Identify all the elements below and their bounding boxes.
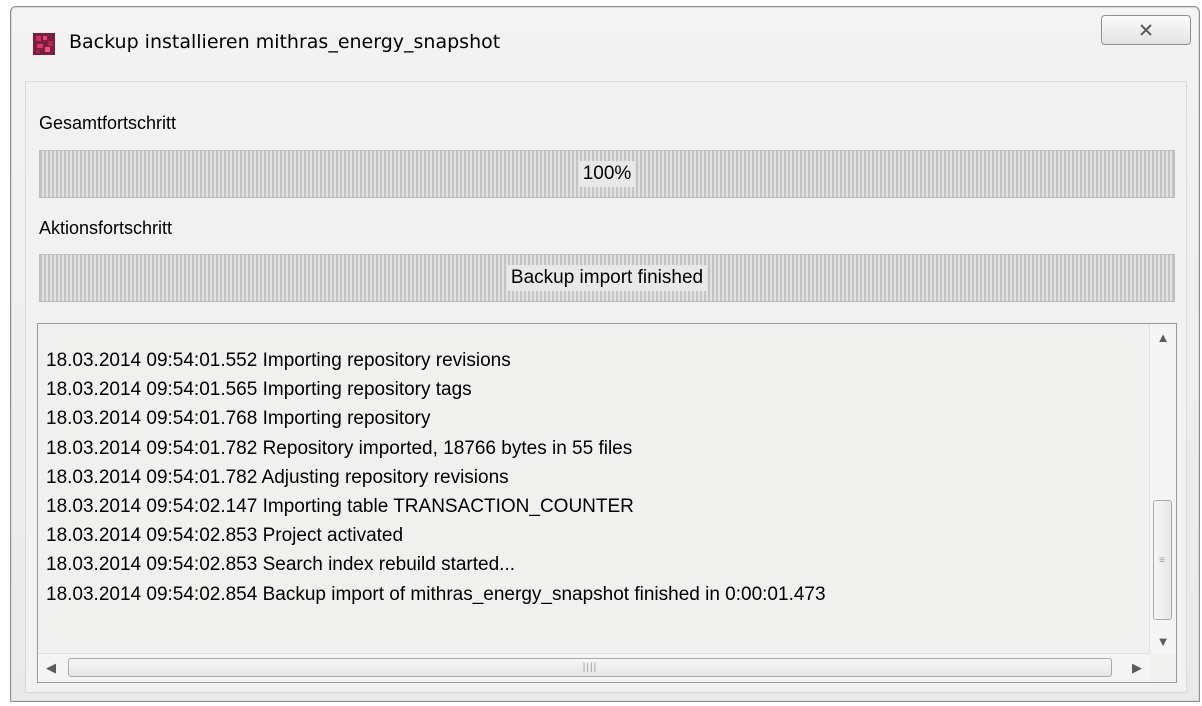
horizontal-scrollbar[interactable]: ◀ |||| ▶ xyxy=(38,653,1150,682)
scroll-corner xyxy=(1150,654,1176,682)
scroll-down-icon[interactable]: ▼ xyxy=(1150,628,1176,654)
backup-dialog: Backup installieren mithras_energy_snaps… xyxy=(10,6,1200,702)
scroll-up-icon[interactable]: ▲ xyxy=(1150,324,1176,350)
app-icon xyxy=(33,33,55,55)
scroll-left-icon[interactable]: ◀ xyxy=(38,654,64,682)
horizontal-scroll-thumb[interactable]: |||| xyxy=(68,658,1112,677)
log-line: 18.03.2014 09:54:02.853 Project activate… xyxy=(46,525,404,547)
close-button[interactable] xyxy=(1101,15,1191,45)
vertical-scroll-thumb[interactable]: ≡ xyxy=(1153,500,1172,620)
overall-progress-label: Gesamtfortschritt xyxy=(39,113,177,133)
log-line: 18.03.2014 09:54:02.853 Search index reb… xyxy=(46,554,516,576)
scroll-right-icon[interactable]: ▶ xyxy=(1124,654,1150,682)
log-line: 18.03.2014 09:54:01.552 Importing reposi… xyxy=(46,350,511,371)
close-icon xyxy=(1140,24,1152,36)
log-output[interactable]: 18.03.2014 09:54:01.552 Importing reposi… xyxy=(37,323,1177,683)
log-line: 18.03.2014 09:54:01.782 Repository impor… xyxy=(46,437,633,459)
horizontal-grip-icon: |||| xyxy=(582,662,598,673)
overall-progress-bar: 100% xyxy=(39,150,1175,198)
window-title: Backup installieren mithras_energy_snaps… xyxy=(69,31,501,53)
title-bar[interactable]: Backup installieren mithras_energy_snaps… xyxy=(11,7,1199,77)
overall-progress-text: 100% xyxy=(578,161,636,187)
log-line: 18.03.2014 09:54:02.854 Backup import of… xyxy=(46,583,826,605)
vertical-grip-icon: ≡ xyxy=(1159,554,1166,566)
dialog-content: Gesamtfortschritt 100% Aktionsfortschrit… xyxy=(25,81,1187,693)
log-lines: 18.03.2014 09:54:01.552 Importing reposi… xyxy=(46,346,826,609)
action-progress-text: Backup import finished xyxy=(506,265,708,291)
vertical-scrollbar[interactable]: ▲ ≡ ▼ xyxy=(1149,324,1176,654)
log-line: 18.03.2014 09:54:02.147 Importing table … xyxy=(46,496,634,518)
action-progress-label: Aktionsfortschritt xyxy=(39,218,173,238)
log-line: 18.03.2014 09:54:01.768 Importing reposi… xyxy=(46,408,431,430)
log-line: 18.03.2014 09:54:01.565 Importing reposi… xyxy=(46,379,472,401)
action-progress-bar: Backup import finished xyxy=(39,254,1175,302)
log-line: 18.03.2014 09:54:01.782 Adjusting reposi… xyxy=(46,466,509,488)
